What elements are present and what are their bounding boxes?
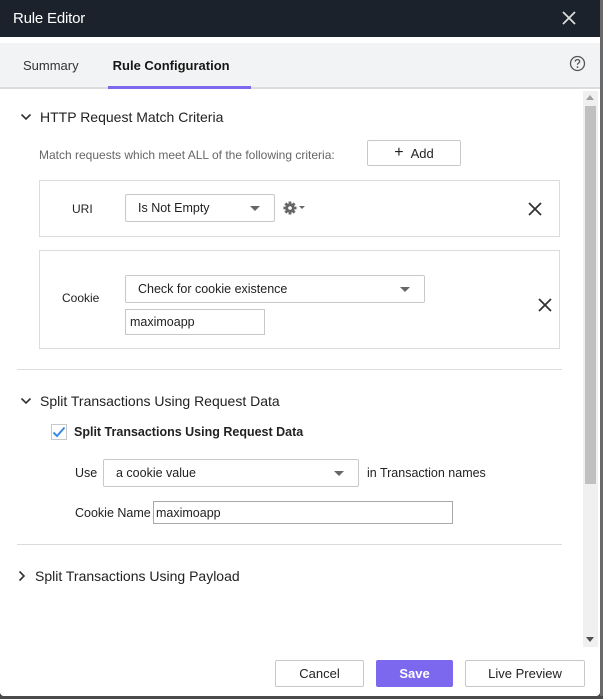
chevron-down-icon xyxy=(20,113,32,121)
select-value: Check for cookie existence xyxy=(138,282,288,296)
criteria-row-uri: URI Is Not Empty xyxy=(39,180,560,237)
use-source-select[interactable]: a cookie value xyxy=(103,459,359,487)
checkmark-icon xyxy=(52,426,66,438)
criteria-label: Cookie xyxy=(62,291,100,305)
cookie-value-input[interactable] xyxy=(125,309,265,335)
caret-down-small-icon xyxy=(299,206,305,209)
live-preview-button[interactable]: Live Preview xyxy=(465,660,585,687)
close-icon[interactable] xyxy=(558,7,580,29)
title-bar: Rule Editor xyxy=(0,0,600,37)
cookie-name-label: Cookie Name xyxy=(75,506,151,520)
transaction-names-label: in Transaction names xyxy=(367,466,486,480)
scrollbar-thumb[interactable] xyxy=(585,106,596,484)
cookie-name-input[interactable] xyxy=(153,501,453,524)
section-title: HTTP Request Match Criteria xyxy=(40,109,224,125)
tab-bar: Summary Rule Configuration xyxy=(0,43,600,89)
section-http-match-header[interactable]: HTTP Request Match Criteria xyxy=(20,109,223,125)
criteria-row-cookie: Cookie Check for cookie existence xyxy=(39,250,560,349)
match-hint: Match requests which meet ALL of the fol… xyxy=(39,148,335,162)
select-value: Is Not Empty xyxy=(138,201,210,215)
help-icon[interactable] xyxy=(569,55,586,72)
add-criteria-button[interactable]: + Add xyxy=(367,140,461,166)
chevron-down-icon xyxy=(20,397,32,405)
plus-icon: + xyxy=(394,144,404,161)
tab-rule-configuration[interactable]: Rule Configuration xyxy=(102,43,251,89)
dialog-title: Rule Editor xyxy=(13,10,86,27)
section-split-payload-header[interactable]: Split Transactions Using Payload xyxy=(18,568,240,584)
cookie-operator-select[interactable]: Check for cookie existence xyxy=(125,275,425,303)
cancel-button[interactable]: Cancel xyxy=(275,660,364,687)
split-request-checkbox[interactable]: Split Transactions Using Request Data xyxy=(51,424,303,440)
rule-editor-dialog: Rule Editor Summary Rule Configuration H… xyxy=(0,0,600,696)
section-divider xyxy=(17,544,562,545)
section-title: Split Transactions Using Payload xyxy=(35,568,240,584)
uri-operator-select[interactable]: Is Not Empty xyxy=(125,194,275,222)
save-button[interactable]: Save xyxy=(376,660,453,687)
settings-menu-button[interactable] xyxy=(282,200,305,216)
remove-criteria-icon[interactable] xyxy=(527,201,543,217)
section-title: Split Transactions Using Request Data xyxy=(40,393,280,409)
section-split-request-header[interactable]: Split Transactions Using Request Data xyxy=(20,393,280,409)
checkbox-box[interactable] xyxy=(51,424,67,440)
use-label: Use xyxy=(75,466,98,480)
chevron-right-icon xyxy=(18,570,26,582)
remove-criteria-icon[interactable] xyxy=(537,297,553,313)
checkbox-label: Split Transactions Using Request Data xyxy=(74,425,304,439)
rule-configuration-panel: HTTP Request Match Criteria Match reques… xyxy=(0,91,583,647)
select-value: a cookie value xyxy=(116,466,196,480)
scroll-up-arrow-icon[interactable] xyxy=(586,95,594,100)
tab-summary[interactable]: Summary xyxy=(12,43,90,87)
caret-down-icon xyxy=(250,206,260,211)
scroll-down-arrow-icon[interactable] xyxy=(586,637,594,642)
vertical-scrollbar[interactable] xyxy=(583,91,598,647)
dialog-footer: Cancel Save Live Preview xyxy=(0,647,600,696)
caret-down-icon xyxy=(334,471,344,476)
caret-down-icon xyxy=(400,287,410,292)
gear-icon xyxy=(283,201,297,215)
criteria-label: URI xyxy=(72,202,93,216)
section-divider xyxy=(17,369,562,370)
add-label: Add xyxy=(410,145,434,161)
